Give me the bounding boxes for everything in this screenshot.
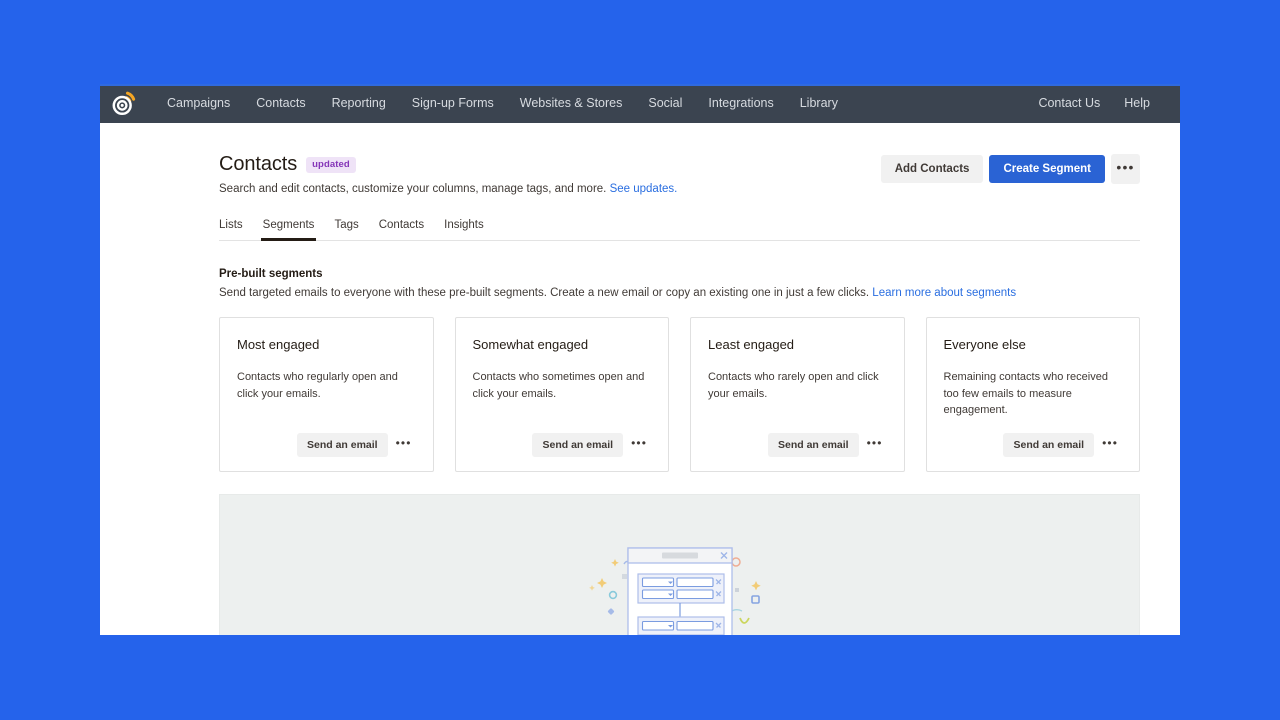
segment-card-least-engaged[interactable]: Least engaged Contacts who rarely open a… bbox=[690, 317, 905, 473]
nav-link-reporting[interactable]: Reporting bbox=[319, 84, 399, 123]
segment-card-more-options-icon[interactable]: ••• bbox=[863, 435, 887, 455]
segment-card-more-options-icon[interactable]: ••• bbox=[1098, 435, 1122, 455]
nav-link-integrations[interactable]: Integrations bbox=[695, 84, 786, 123]
add-contacts-button[interactable]: Add Contacts bbox=[880, 155, 984, 183]
segment-card-actions: Send an email ••• bbox=[237, 419, 416, 458]
top-navigation-bar: Campaigns Contacts Reporting Sign-up For… bbox=[100, 84, 1180, 123]
segment-builder-illustration bbox=[580, 540, 780, 635]
send-an-email-button[interactable]: Send an email bbox=[1003, 433, 1095, 458]
send-an-email-button[interactable]: Send an email bbox=[532, 433, 624, 458]
page-title: Contacts bbox=[219, 153, 298, 175]
segment-card-actions: Send an email ••• bbox=[473, 419, 652, 458]
section-description: Send targeted emails to everyone with th… bbox=[219, 287, 1140, 299]
page-header-text: Contacts updated Search and edit contact… bbox=[219, 151, 881, 195]
nav-link-websites-stores[interactable]: Websites & Stores bbox=[507, 84, 636, 123]
segment-card-grid: Most engaged Contacts who regularly open… bbox=[219, 317, 1140, 473]
nav-link-contact-us[interactable]: Contact Us bbox=[1026, 84, 1112, 123]
send-an-email-button[interactable]: Send an email bbox=[767, 433, 859, 458]
nav-link-library[interactable]: Library bbox=[787, 84, 851, 123]
tab-contacts[interactable]: Contacts bbox=[369, 215, 434, 240]
page-title-row: Contacts updated bbox=[219, 153, 881, 176]
secondary-nav-links: Contact Us Help bbox=[1026, 84, 1162, 123]
nav-link-help[interactable]: Help bbox=[1112, 84, 1162, 123]
status-badge: updated bbox=[306, 156, 356, 173]
segment-card-description: Contacts who sometimes open and click yo… bbox=[472, 371, 645, 400]
segment-card-description: Remaining contacts who received too few … bbox=[943, 371, 1108, 417]
nav-link-campaigns[interactable]: Campaigns bbox=[154, 84, 243, 123]
learn-more-about-segments-link[interactable]: Learn more about segments bbox=[872, 287, 1016, 299]
prebuilt-segments-section-header: Pre-built segments Send targeted emails … bbox=[219, 268, 1140, 299]
segment-card-title: Somewhat engaged bbox=[472, 337, 589, 352]
page-subtitle: Search and edit contacts, customize your… bbox=[219, 183, 881, 195]
segment-card-somewhat-engaged[interactable]: Somewhat engaged Contacts who sometimes … bbox=[454, 317, 669, 473]
nav-link-contacts[interactable]: Contacts bbox=[243, 84, 318, 123]
page-header: Contacts updated Search and edit contact… bbox=[219, 151, 1140, 195]
segment-card-title: Everyone else bbox=[943, 337, 1026, 352]
create-segment-button[interactable]: Create Segment bbox=[989, 155, 1105, 183]
segment-card-description: Contacts who regularly open and click yo… bbox=[237, 371, 398, 400]
segment-card-most-engaged[interactable]: Most engaged Contacts who regularly open… bbox=[219, 317, 434, 473]
tab-tags[interactable]: Tags bbox=[324, 215, 368, 240]
page-content: Contacts updated Search and edit contact… bbox=[100, 123, 1180, 635]
empty-state-illustration-panel bbox=[219, 494, 1140, 635]
segment-card-actions: Send an email ••• bbox=[708, 419, 887, 458]
page-subtitle-text: Search and edit contacts, customize your… bbox=[219, 183, 607, 195]
send-an-email-button[interactable]: Send an email bbox=[296, 433, 388, 458]
see-updates-link[interactable]: See updates. bbox=[610, 183, 678, 195]
section-title: Pre-built segments bbox=[219, 268, 323, 280]
segment-card-more-options-icon[interactable]: ••• bbox=[392, 435, 416, 455]
segment-card-description: Contacts who rarely open and click your … bbox=[708, 371, 879, 400]
header-more-options-icon[interactable]: ••• bbox=[1111, 154, 1140, 184]
primary-nav-links: Campaigns Contacts Reporting Sign-up For… bbox=[154, 84, 851, 123]
app-window: Campaigns Contacts Reporting Sign-up For… bbox=[100, 84, 1180, 635]
segment-card-actions: Send an email ••• bbox=[944, 419, 1123, 458]
segment-card-everyone-else[interactable]: Everyone else Remaining contacts who rec… bbox=[925, 317, 1140, 473]
section-description-text: Send targeted emails to everyone with th… bbox=[219, 287, 870, 299]
tab-segments[interactable]: Segments bbox=[253, 215, 325, 241]
nav-link-social[interactable]: Social bbox=[635, 84, 695, 123]
tab-insights[interactable]: Insights bbox=[434, 215, 494, 240]
nav-link-sign-up-forms[interactable]: Sign-up Forms bbox=[399, 84, 507, 123]
tab-lists[interactable]: Lists bbox=[219, 215, 253, 240]
tab-bar: Lists Segments Tags Contacts Insights bbox=[219, 215, 1140, 241]
page-header-actions: Add Contacts Create Segment ••• bbox=[880, 151, 1140, 184]
segment-card-more-options-icon[interactable]: ••• bbox=[627, 435, 651, 455]
segment-card-title: Least engaged bbox=[708, 337, 795, 352]
segment-card-title: Most engaged bbox=[237, 337, 320, 352]
mailchimp-target-logo-icon[interactable] bbox=[108, 89, 138, 119]
